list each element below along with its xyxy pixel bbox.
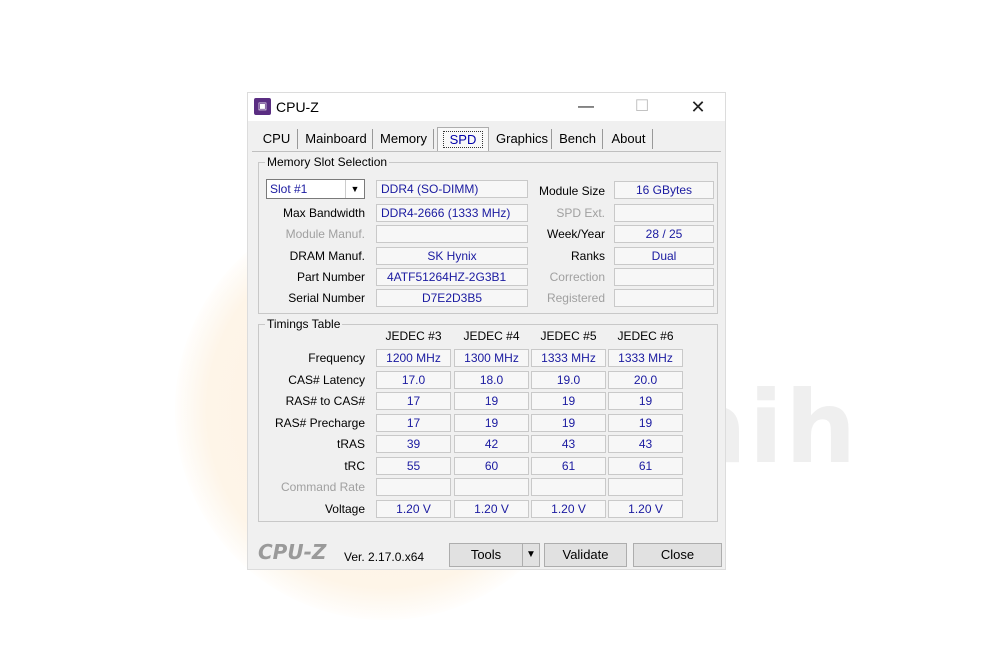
timing-cell: 1.20 V — [608, 499, 683, 518]
timing-cell — [531, 478, 606, 496]
version-text: Ver. 2.17.0.x64 — [344, 550, 425, 564]
timing-row-label: tRAS — [336, 437, 365, 451]
max-bandwidth-label: Max Bandwidth — [282, 206, 365, 220]
timing-row-label: RAS# to CAS# — [285, 394, 365, 408]
ranks-label: Ranks — [570, 249, 605, 263]
timing-row-label: RAS# Precharge — [274, 415, 365, 430]
timing-cell: 19 — [454, 392, 529, 410]
module-manuf-field — [376, 225, 528, 243]
module-size-label: Module Size — [538, 184, 605, 198]
part-number-label: Part Number — [296, 270, 365, 284]
serial-number-label: Serial Number — [288, 291, 365, 305]
timing-cell: 1.20 V — [376, 499, 451, 518]
timing-cell: 55 — [376, 456, 451, 475]
maximize-button[interactable]: ☐ — [622, 95, 662, 119]
timing-row-label: Command Rate — [280, 480, 365, 494]
timings-group: Timings Table JEDEC #3 JEDEC #4 JEDEC #5 JE… — [258, 317, 718, 522]
max-bandwidth-field: DDR4-2666 (1333 MHz) — [376, 204, 528, 222]
week-year-label: Week/Year — [546, 227, 605, 241]
chevron-down-icon: ▼ — [345, 180, 364, 198]
week-year-field: 28 / 25 — [614, 225, 714, 243]
tools-dropdown-button[interactable]: ▼ — [522, 543, 540, 567]
timing-row-label: Voltage — [324, 501, 365, 516]
timing-cell: 1300 MHz — [454, 349, 529, 367]
chevron-down-icon: ▼ — [526, 549, 536, 560]
tab-spd[interactable]: SPD — [437, 127, 489, 151]
spd-ext-field — [614, 204, 714, 222]
timing-row-label: tRC — [344, 458, 365, 473]
correction-label: Correction — [549, 270, 605, 284]
timing-cell: 19 — [608, 392, 683, 410]
close-window-button[interactable]: ✕ — [678, 95, 718, 119]
timing-cell: 17 — [376, 392, 451, 410]
ranks-field: Dual — [614, 247, 714, 265]
registered-field — [614, 289, 714, 307]
timing-cell: 19.0 — [531, 370, 606, 389]
registered-label: Registered — [546, 291, 605, 305]
tools-button[interactable]: Tools — [449, 543, 523, 567]
timings-column-header: JEDEC #4 — [463, 329, 520, 343]
timing-cell: 39 — [376, 435, 451, 453]
timing-cell: 20.0 — [608, 370, 683, 389]
timing-cell: 19 — [531, 413, 606, 432]
tab-spd-label: SPD — [442, 131, 484, 148]
tab-mainboard[interactable]: Mainboard — [300, 129, 373, 149]
memory-slot-group-title: Memory Slot Selection — [265, 155, 390, 169]
timing-cell: 19 — [531, 392, 606, 410]
timing-cell: 18.0 — [454, 370, 529, 389]
title-bar: ▣ CPU-Z — ☐ ✕ — [248, 93, 725, 121]
timing-row-label: Frequency — [308, 351, 365, 365]
tab-bench[interactable]: Bench — [553, 129, 603, 149]
timing-cell — [454, 478, 529, 496]
timing-row-label: CAS# Latency — [288, 372, 365, 387]
validate-button[interactable]: Validate — [544, 543, 627, 567]
timing-cell: 1.20 V — [454, 499, 529, 518]
minimize-button[interactable]: — — [566, 95, 606, 119]
module-size-field: 16 GBytes — [614, 181, 714, 199]
dram-manuf-label: DRAM Manuf. — [289, 249, 365, 263]
cpuz-logo: CPU-Z — [258, 540, 327, 564]
timing-cell: 43 — [608, 435, 683, 453]
timing-cell: 1200 MHz — [376, 349, 451, 367]
timing-cell: 17.0 — [376, 370, 451, 389]
timing-cell: 19 — [454, 413, 529, 432]
timing-cell — [376, 478, 451, 496]
memory-slot-group: Memory Slot Selection Slot #1 ▼ DDR4 (SO… — [258, 155, 718, 314]
spd-ext-label: SPD Ext. — [556, 206, 605, 220]
cpuz-window: ▣ CPU-Z — ☐ ✕ CPU Mainboard Memory SPD G… — [247, 92, 726, 570]
close-button[interactable]: Close — [633, 543, 722, 567]
slot-select-value: Slot #1 — [270, 182, 308, 196]
timing-cell — [608, 478, 683, 496]
timing-cell: 17 — [376, 413, 451, 432]
timings-group-title: Timings Table — [265, 317, 343, 331]
timing-cell: 60 — [454, 456, 529, 475]
dram-manuf-field: SK Hynix — [376, 247, 528, 265]
memory-type-field: DDR4 (SO-DIMM) — [376, 180, 528, 198]
timings-column-header: JEDEC #5 — [540, 329, 597, 343]
timing-cell: 19 — [608, 413, 683, 432]
module-manuf-label: Module Manuf. — [285, 227, 365, 241]
tab-about[interactable]: About — [605, 129, 653, 149]
tab-graphics[interactable]: Graphics — [492, 129, 552, 149]
timings-column-header: JEDEC #6 — [617, 329, 674, 343]
timing-cell: 61 — [531, 456, 606, 475]
timing-cell: 1333 MHz — [531, 349, 606, 367]
part-number-field: 4ATF51264HZ-2G3B1 — [376, 268, 528, 286]
cpuz-app-icon: ▣ — [254, 98, 271, 115]
slot-select[interactable]: Slot #1 ▼ — [266, 179, 365, 199]
window-title: CPU-Z — [276, 99, 319, 115]
timing-cell: 43 — [531, 435, 606, 453]
timing-cell: 42 — [454, 435, 529, 453]
timing-cell: 1333 MHz — [608, 349, 683, 367]
tab-cpu[interactable]: CPU — [256, 129, 298, 149]
timing-cell: 61 — [608, 456, 683, 475]
timing-cell: 1.20 V — [531, 499, 606, 518]
tab-memory[interactable]: Memory — [374, 129, 434, 149]
correction-field — [614, 268, 714, 286]
timings-column-header: JEDEC #3 — [385, 329, 442, 343]
serial-number-field: D7E2D3B5 — [376, 289, 528, 307]
tab-panel-border — [252, 151, 721, 152]
